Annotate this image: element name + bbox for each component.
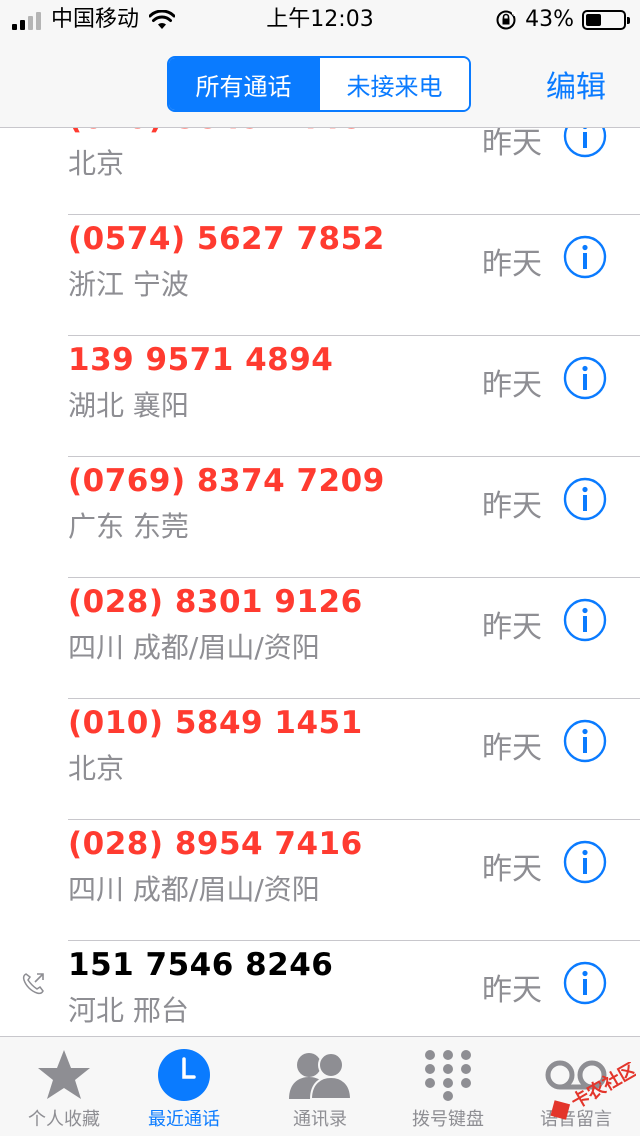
call-location: 湖北 襄阳 [68,389,189,422]
call-time: 昨天 [482,610,542,645]
call-row[interactable]: (0769) 8374 7209 广东 东莞 昨天 [0,457,640,578]
call-time: 昨天 [482,973,542,1008]
call-time: 昨天 [482,731,542,766]
info-icon[interactable] [563,235,607,279]
watermark-text: 卡农社区 [567,1062,636,1113]
call-time: 昨天 [482,852,542,887]
call-time: 昨天 [482,489,542,524]
info-icon[interactable] [563,356,607,400]
watermark-logo: 卡农社区 [550,1062,636,1120]
call-time: 昨天 [482,128,542,161]
call-row[interactable]: (010) 5849 1451 北京 昨天 [0,699,640,820]
info-icon[interactable] [563,719,607,763]
call-location: 北京 [68,147,125,180]
tab-label: 最近通话 [148,1109,220,1130]
call-number: (028) 8954 7416 [68,826,363,862]
call-number: (0769) 8374 7209 [68,463,385,499]
call-time: 昨天 [482,247,542,282]
call-number: (010) 5849 1448 [68,128,363,136]
call-row[interactable]: (028) 8301 9126 四川 成都/眉山/资阳 昨天 [0,578,640,699]
call-number: (010) 5849 1451 [68,705,363,741]
battery-fill [586,14,602,26]
tab-recents[interactable]: 最近通话 [120,1047,248,1137]
segmented-control: 所有通话 未接来电 [167,56,471,112]
tab-label: 拨号键盘 [412,1109,484,1130]
info-icon[interactable] [563,840,607,884]
tab-label: 通讯录 [293,1109,347,1130]
tab-favorites[interactable]: 个人收藏 [0,1047,128,1137]
navigation-bar: 所有通话 未接来电 编辑 [0,40,640,128]
call-location: 北京 [68,752,125,785]
info-icon[interactable] [563,128,607,158]
call-row[interactable]: (028) 8954 7416 四川 成都/眉山/资阳 昨天 [0,820,640,941]
status-right: 43% [495,6,630,34]
call-row[interactable]: (0574) 5627 7852 浙江 宁波 昨天 [0,215,640,336]
tab-label: 个人收藏 [28,1109,100,1130]
call-row[interactable]: 151 7546 8246 河北 邢台 昨天 [0,941,640,1036]
call-row[interactable]: (010) 5849 1448 北京 昨天 [0,128,640,215]
edit-button[interactable]: 编辑 [546,62,606,106]
call-number: (028) 8301 9126 [68,584,363,620]
info-icon[interactable] [563,961,607,1005]
clock-icon [158,1049,210,1101]
call-number: 139 9571 4894 [68,342,334,378]
segment-all-calls[interactable]: 所有通话 [169,58,318,110]
tab-keypad[interactable]: 拨号键盘 [384,1047,512,1137]
battery-icon [582,10,630,30]
call-location: 浙江 宁波 [68,268,189,301]
tab-contacts[interactable]: 通讯录 [256,1047,384,1137]
call-location: 四川 成都/眉山/资阳 [68,873,320,906]
contacts-icon [289,1052,353,1100]
status-bar: 中国移动 上午12:03 43% [0,0,640,40]
info-icon[interactable] [563,477,607,521]
call-row[interactable]: 139 9571 4894 湖北 襄阳 昨天 [0,336,640,457]
star-icon [38,1050,90,1099]
call-number: (0574) 5627 7852 [68,221,385,257]
call-time: 昨天 [482,368,542,403]
call-number: 151 7546 8246 [68,947,334,983]
call-location: 广东 东莞 [68,510,189,543]
rotation-lock-icon [496,10,517,30]
outgoing-call-icon [22,973,44,995]
info-icon[interactable] [563,598,607,642]
keypad-icon [425,1050,471,1101]
segment-missed-calls[interactable]: 未接来电 [318,58,469,110]
call-location: 四川 成都/眉山/资阳 [68,631,320,664]
recent-calls-list: (010) 5849 1448 北京 昨天 (0574) 5627 7852 浙… [0,128,640,1036]
battery-percent: 43% [525,7,574,32]
call-location: 河北 邢台 [68,994,189,1027]
